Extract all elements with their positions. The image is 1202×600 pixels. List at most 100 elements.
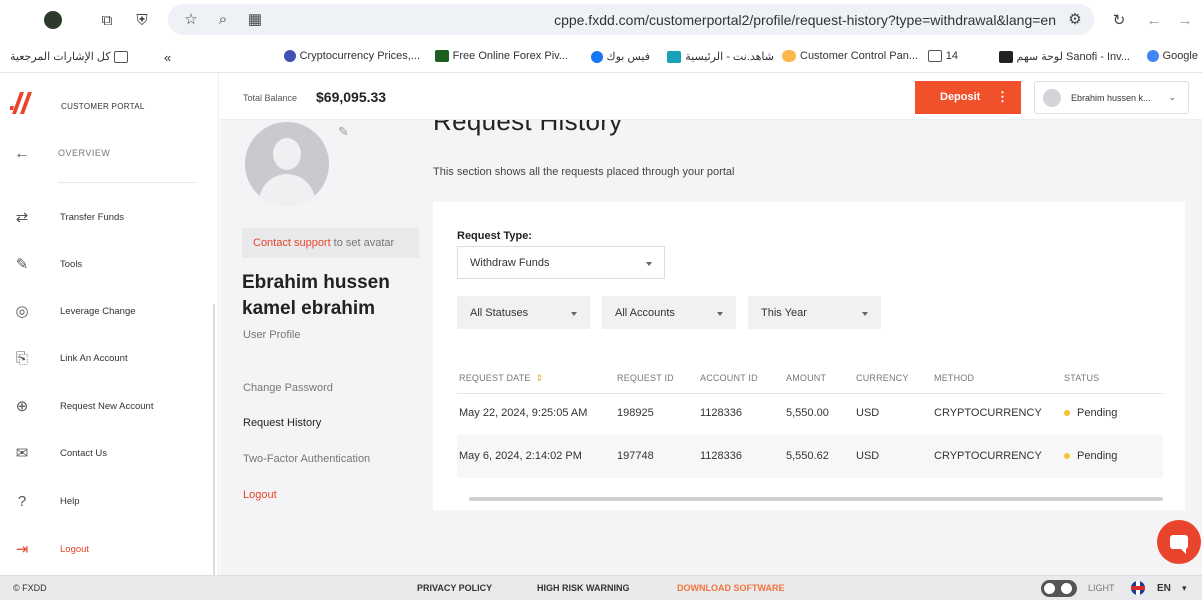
edit-avatar-icon[interactable]: ✎ [338, 124, 349, 140]
back-arrow-icon[interactable]: ← [14, 145, 30, 163]
inv-icon [998, 50, 1013, 63]
total-balance-label: Total Balance [243, 93, 298, 103]
cell-account-id: 1128336 [700, 450, 743, 462]
column-header-account-id: ACCOUNT ID [700, 373, 758, 383]
column-header-request-date[interactable]: REQUEST DATE ⇕ [459, 373, 543, 384]
cell-method: CRYPTOCURRENCY [934, 407, 1042, 419]
link-account-icon: ⎘ [15, 349, 28, 367]
copyright: © FXDD [13, 583, 47, 593]
sidebar-item-leverage-change[interactable]: ◎ Leverage Change [0, 296, 212, 326]
theme-toggle[interactable] [1041, 580, 1077, 597]
status-filter-select[interactable]: All Statuses [457, 296, 590, 329]
bookmark-shahid[interactable]: شاهد.نت - الرئيسية [667, 50, 774, 63]
bookmark-facebook[interactable]: فيس بوك [590, 50, 650, 63]
profile-avatar [245, 122, 329, 206]
sidebar-item-transfer-funds[interactable]: ⇄ Transfer Funds [0, 202, 212, 232]
deposit-button[interactable]: Deposit ⋮ [915, 81, 1021, 114]
zoom-icon[interactable]: ⌕ [212, 8, 234, 30]
contact-support-link[interactable]: Contact support [253, 237, 331, 249]
transfer-icon: ⇄ [15, 209, 29, 226]
cell-method: CRYPTOCURRENCY [934, 450, 1042, 462]
url-text[interactable]: cppe.fxdd.com/customerportal2/profile/re… [554, 12, 1056, 28]
portal-label: CUSTOMER PORTAL [61, 102, 145, 111]
google-icon [1146, 50, 1159, 62]
contact-support-text: to set avatar [333, 237, 395, 249]
request-history-card: Request Type: Withdraw Funds All Statuse… [433, 202, 1185, 510]
table-horizontal-scrollbar[interactable] [469, 497, 1163, 501]
cell-status: Pending [1064, 450, 1117, 462]
sidebar-item-tools[interactable]: ✎ Tools [0, 249, 212, 279]
overview-link[interactable]: OVERVIEW [58, 148, 110, 158]
more-options-icon[interactable]: ⋮ [996, 89, 1009, 105]
column-header-method: METHOD [934, 373, 975, 383]
chevron-down-icon[interactable]: ▾ [1182, 583, 1187, 594]
extensions-icon[interactable]: ⧉ [96, 9, 118, 31]
table-header: REQUEST DATE ⇕ REQUEST ID ACCOUNT ID AMOU… [457, 362, 1163, 394]
forward-icon[interactable]: → [1174, 9, 1196, 31]
bookmark-google[interactable]: Google [1146, 50, 1198, 62]
page-title: Request History [433, 120, 623, 136]
cell-request-date: May 22, 2024, 9:25:05 AM [459, 407, 588, 419]
profile-name: Ebrahim hussen kamel ebrahim [242, 272, 390, 319]
logout-icon: ⇥ [15, 541, 29, 558]
shield-icon[interactable]: ⛨ [131, 9, 153, 31]
user-menu[interactable]: Ebrahim hussen k... ⌄ [1034, 81, 1189, 114]
privacy-policy-link[interactable]: PRIVACY POLICY [417, 583, 492, 593]
fxdd-logo[interactable] [10, 92, 36, 114]
high-risk-warning-link[interactable]: HIGH RISK WARNING [537, 583, 630, 593]
bookmark-folder-14[interactable]: 14 [927, 50, 958, 62]
theme-label: LIGHT [1088, 583, 1115, 593]
cell-request-date: May 6, 2024, 2:14:02 PM [459, 450, 582, 462]
browser-toolbar: ⧉ ⛨ ☆ ⌕ ▦ cppe.fxdd.com/customerportal2/… [0, 0, 1202, 40]
chevron-down-icon [862, 312, 868, 316]
translate-icon[interactable]: ▦ [244, 8, 266, 30]
sort-icon[interactable]: ⇕ [536, 373, 544, 384]
period-filter-select[interactable]: This Year [748, 296, 881, 329]
sidebar-item-link-account[interactable]: ⎘ Link An Account [0, 343, 212, 373]
sidebar-item-contact-us[interactable]: ✉ Contact Us [0, 438, 212, 468]
request-type-label: Request Type: [457, 230, 532, 242]
language-select[interactable]: EN [1157, 583, 1171, 594]
sidebar-scrollbar[interactable] [213, 304, 215, 575]
cell-request-id: 198925 [617, 407, 654, 419]
profile-nav-logout[interactable]: Logout [243, 489, 277, 501]
bookmarks-overflow-icon[interactable]: « [164, 50, 171, 65]
accounts-filter-select[interactable]: All Accounts [602, 296, 736, 329]
x-icon [434, 50, 449, 62]
target-icon: ◎ [15, 303, 29, 320]
sidebar-divider [58, 182, 197, 183]
sidebar-item-logout[interactable]: ⇥ Logout [0, 534, 212, 564]
cell-currency: USD [856, 450, 880, 462]
chat-button[interactable] [1157, 520, 1201, 564]
cell-account-id: 1128336 [700, 407, 743, 419]
edit-icon: ✎ [15, 256, 29, 273]
footer: © FXDD PRIVACY POLICY HIGH RISK WARNING … [0, 575, 1202, 600]
download-software-link[interactable]: DOWNLOAD SOFTWARE [677, 583, 785, 593]
cell-status: Pending [1064, 407, 1117, 419]
site-settings-icon[interactable]: ⚙ [1064, 8, 1086, 30]
request-type-select[interactable]: Withdraw Funds [457, 246, 665, 279]
reload-icon[interactable]: ↻ [1108, 9, 1130, 31]
profile-nav-two-factor[interactable]: Two-Factor Authentication [243, 453, 370, 465]
address-bar[interactable]: ☆ ⌕ ▦ cppe.fxdd.com/customerportal2/prof… [168, 4, 1094, 35]
bookmark-customer-control[interactable]: Customer Control Pan... [782, 50, 918, 62]
bookmark-star-icon[interactable]: ☆ [180, 8, 202, 30]
back-icon[interactable]: ← [1143, 9, 1165, 31]
uk-flag-icon[interactable] [1131, 581, 1145, 595]
profile-nav-change-password[interactable]: Change Password [243, 382, 333, 394]
shahid-icon [667, 50, 682, 63]
facebook-icon [590, 50, 603, 63]
status-dot [1064, 410, 1070, 417]
all-bookmarks[interactable]: كل الإشارات المرجعية [10, 50, 129, 63]
page-description: This section shows all the requests plac… [433, 166, 735, 178]
profile-nav-request-history[interactable]: Request History [243, 417, 321, 429]
profile-icon[interactable] [42, 9, 64, 31]
bookmark-forex[interactable]: Free Online Forex Piv... [434, 50, 568, 62]
bookmark-sanofi[interactable]: لوحة سهم Sanofi - Inv... [998, 50, 1130, 63]
sidebar-item-request-new-account[interactable]: ⊕ Request New Account [0, 391, 212, 421]
bookmark-crypto[interactable]: Cryptocurrency Prices,... [283, 50, 420, 62]
bookmarks-bar: Google لوحة سهم Sanofi - Inv... 14 Custo… [0, 40, 1202, 73]
contact-support-box: Contact support to set avatar [242, 228, 419, 258]
sidebar-item-help[interactable]: ? Help [0, 486, 212, 516]
status-dot [1064, 453, 1070, 460]
